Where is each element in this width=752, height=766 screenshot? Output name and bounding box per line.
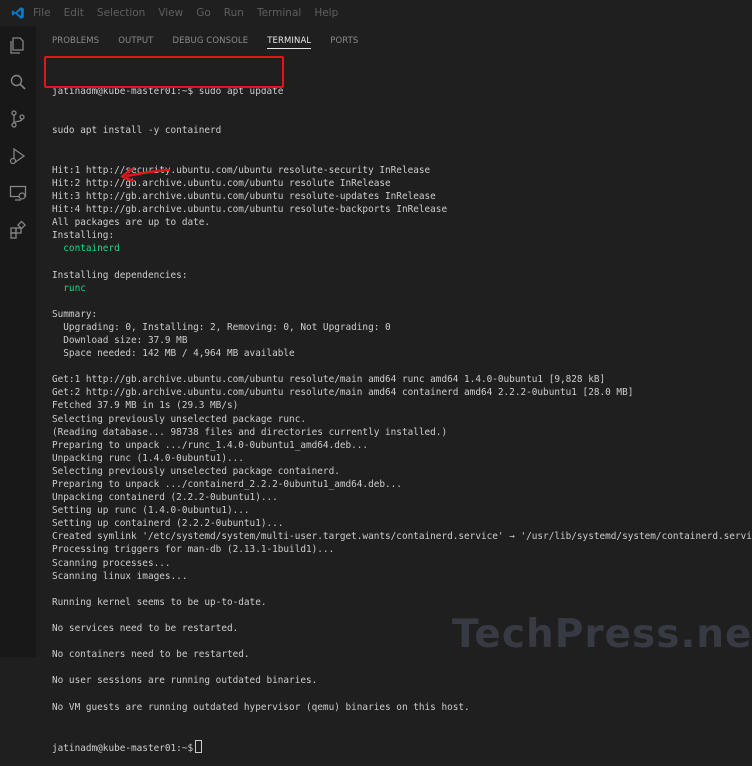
terminal-line: Hit:3 http://gb.archive.ubuntu.com/ubunt… <box>52 190 436 202</box>
run-debug-icon[interactable] <box>8 146 28 166</box>
tab-ports[interactable]: PORTS <box>330 26 358 46</box>
terminal-line: Processing triggers for man-db (2.13.1-1… <box>52 544 335 556</box>
command-line-2: sudo apt install -y containerd <box>52 125 222 137</box>
panel-tabs: PROBLEMS OUTPUT DEBUG CONSOLE TERMINAL P… <box>36 26 752 56</box>
title-bar: File Edit Selection View Go Run Terminal… <box>0 0 752 26</box>
menu-view[interactable]: View <box>158 7 183 19</box>
terminal-line: Preparing to unpack .../containerd_2.2.2… <box>52 479 402 490</box>
menu-help[interactable]: Help <box>314 7 338 19</box>
terminal-line: Preparing to unpack .../runc_1.4.0-0ubun… <box>52 439 369 451</box>
terminal-line: Selecting previously unselected package … <box>52 413 306 425</box>
menu-terminal[interactable]: Terminal <box>257 7 301 19</box>
terminal-line: Space needed: 142 MB / 4,964 MB availabl… <box>52 348 295 360</box>
prompt: jatinadm@kube-master01:~$ <box>52 742 194 754</box>
menu-edit[interactable]: Edit <box>64 7 84 19</box>
terminal-line: Summary: <box>52 308 98 320</box>
terminal-line: Unpacking containerd (2.2.2-0ubuntu1)... <box>52 492 278 504</box>
terminal-line: No VM guests are running outdated hyperv… <box>52 701 470 713</box>
terminal-line: Installing: <box>52 230 115 242</box>
final-prompt-line: jatinadm@kube-master01:~$ <box>52 739 752 754</box>
activity-bar <box>0 26 36 657</box>
terminal-line: All packages are up to date. <box>52 217 211 229</box>
terminal-line: Scanning processes... <box>52 557 171 569</box>
tab-problems[interactable]: PROBLEMS <box>52 26 99 46</box>
terminal-line: Unpacking runc (1.4.0-0ubuntu1)... <box>52 452 244 464</box>
terminal-line: Get:1 http://gb.archive.ubuntu.com/ubunt… <box>52 374 606 386</box>
terminal-line: (Reading database... 98738 files and dir… <box>52 426 448 438</box>
search-icon[interactable] <box>8 72 28 92</box>
menu-bar: File Edit Selection View Go Run Terminal… <box>33 7 351 19</box>
menu-selection[interactable]: Selection <box>97 7 145 19</box>
terminal-line: Upgrading: 0, Installing: 2, Removing: 0… <box>52 321 391 333</box>
explorer-icon[interactable] <box>8 35 28 55</box>
command-highlight-box <box>44 56 284 88</box>
terminal-line: Hit:4 http://gb.archive.ubuntu.com/ubunt… <box>52 204 448 216</box>
terminal-line: Setting up containerd (2.2.2-0ubuntu1)..… <box>52 518 284 530</box>
source-control-icon[interactable] <box>8 109 28 129</box>
extensions-icon[interactable] <box>8 220 28 240</box>
terminal-line: Download size: 37.9 MB <box>52 334 188 346</box>
terminal-line: No user sessions are running outdated bi… <box>52 675 318 687</box>
vscode-logo-icon <box>0 0 36 26</box>
tab-debug-console[interactable]: DEBUG CONSOLE <box>172 26 248 46</box>
terminal-line: Installing dependencies: <box>52 269 188 281</box>
tab-terminal[interactable]: TERMINAL <box>267 26 312 49</box>
tab-output[interactable]: OUTPUT <box>118 26 153 46</box>
menu-file[interactable]: File <box>33 7 51 19</box>
terminal-line: Fetched 37.9 MB in 1s (29.3 MB/s) <box>52 400 239 412</box>
menu-run[interactable]: Run <box>224 7 244 19</box>
terminal-output[interactable]: jatinadm@kube-master01:~$ sudo apt updat… <box>52 59 752 754</box>
menu-go[interactable]: Go <box>196 7 211 19</box>
terminal-line: Setting up runc (1.4.0-0ubuntu1)... <box>52 505 250 517</box>
remote-explorer-icon[interactable] <box>8 183 28 203</box>
terminal-cursor <box>195 739 203 753</box>
terminal-line: Scanning linux images... <box>52 570 188 582</box>
terminal-line: Get:2 http://gb.archive.ubuntu.com/ubunt… <box>52 387 634 399</box>
terminal-line: runc <box>52 282 86 294</box>
terminal-line: containerd <box>52 243 120 255</box>
terminal-line: Created symlink '/etc/systemd/system/mul… <box>52 531 752 543</box>
terminal-line: Selecting previously unselected package … <box>52 465 340 477</box>
watermark: TechPress.net <box>452 612 752 657</box>
annotation-arrow-icon <box>120 167 171 183</box>
terminal-line: Running kernel seems to be up-to-date. <box>52 596 267 608</box>
